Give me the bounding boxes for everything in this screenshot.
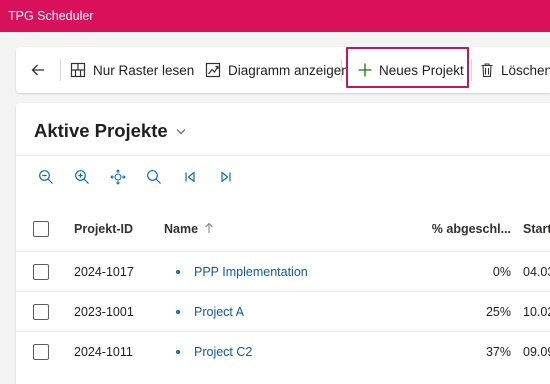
zoom-in-icon xyxy=(74,169,90,190)
go-to-end-button[interactable] xyxy=(214,167,238,191)
percent-complete: 37% xyxy=(485,344,511,359)
start-date: 10.02 xyxy=(523,304,550,319)
zoom-out-button[interactable] xyxy=(34,167,58,191)
new-project-button[interactable]: Neues Projekt xyxy=(357,47,464,93)
select-all-checkbox-cell xyxy=(33,209,49,249)
zoom-out-icon xyxy=(38,169,54,190)
show-diagram-label: Diagramm anzeigen xyxy=(228,62,349,78)
project-id: 2024-1011 xyxy=(74,344,133,359)
bullet-icon xyxy=(176,349,180,354)
column-header-start[interactable]: Start xyxy=(523,209,550,249)
bullet-icon xyxy=(176,269,180,274)
start-date: 04.03 xyxy=(523,264,550,279)
column-header-id-label: Projekt-ID xyxy=(74,222,134,236)
start-date: 09.09 xyxy=(523,344,550,359)
bullet-icon xyxy=(176,309,180,314)
go-to-start-button[interactable] xyxy=(178,167,202,191)
project-name-cell: Project C2 xyxy=(176,332,252,371)
sort-ascending-icon xyxy=(204,222,214,237)
project-id: 2023-1001 xyxy=(74,304,134,319)
toolbar-separator xyxy=(60,59,61,81)
divider xyxy=(16,155,550,156)
chevron-down-icon xyxy=(168,120,187,142)
plus-icon xyxy=(357,62,373,78)
app-title-bar: TPG Scheduler xyxy=(0,0,550,32)
project-name-link[interactable]: Project C2 xyxy=(194,345,252,359)
back-arrow-icon xyxy=(30,62,46,78)
start-date-cell: 04.03 xyxy=(523,252,550,291)
read-grid-only-button[interactable]: Nur Raster lesen xyxy=(70,47,194,93)
column-header-start-label: Start xyxy=(523,222,550,236)
row-checkbox[interactable] xyxy=(33,343,49,360)
project-name-link[interactable]: PPP Implementation xyxy=(194,265,308,279)
zoom-fit-button[interactable] xyxy=(106,167,130,191)
project-id-cell: 2024-1011 xyxy=(74,332,133,371)
new-project-label: Neues Projekt xyxy=(379,62,464,78)
skip-forward-icon xyxy=(219,170,233,189)
skip-back-icon xyxy=(183,170,197,189)
table-header: Projekt-ID Name % abgeschl... Start xyxy=(16,209,550,249)
show-diagram-button[interactable]: Diagramm anzeigen xyxy=(205,47,349,93)
project-id-cell: 2023-1001 xyxy=(74,292,134,331)
row-checkbox-cell xyxy=(33,292,49,331)
table-row[interactable]: 2024-1011 Project C2 37% 09.09 xyxy=(16,331,550,371)
trash-icon xyxy=(479,62,495,78)
project-id-cell: 2024-1017 xyxy=(74,252,134,291)
command-bar: Nur Raster lesen Diagramm anzeigen Neues… xyxy=(16,47,550,93)
percent-complete-cell: 25% xyxy=(416,292,511,331)
toolbar-separator xyxy=(341,59,342,81)
move-arrows-icon xyxy=(110,168,126,190)
search-button[interactable] xyxy=(142,167,166,191)
view-title: Aktive Projekte xyxy=(34,120,168,141)
select-all-checkbox[interactable] xyxy=(33,221,49,237)
percent-complete: 25% xyxy=(485,304,511,319)
percent-complete-cell: 0% xyxy=(416,252,511,291)
row-checkbox[interactable] xyxy=(33,263,49,280)
delete-button[interactable]: Löschen xyxy=(479,47,550,93)
app-title: TPG Scheduler xyxy=(8,9,94,23)
column-header-percent-label: % abgeschl... xyxy=(431,222,511,236)
table-row[interactable]: 2024-1017 PPP Implementation 0% 04.03 xyxy=(16,251,550,291)
row-checkbox-cell xyxy=(33,252,49,291)
percent-complete: 0% xyxy=(492,264,511,279)
zoom-in-button[interactable] xyxy=(70,167,94,191)
delete-label: Löschen xyxy=(501,62,550,78)
project-name-cell: Project A xyxy=(176,292,244,331)
view-selector[interactable]: Aktive Projekte xyxy=(34,120,187,142)
project-name-cell: PPP Implementation xyxy=(176,252,308,291)
grid-panel: Aktive Projekte Projekt-ID Name % abgesc… xyxy=(16,103,550,384)
start-date-cell: 09.09 xyxy=(523,332,550,371)
column-header-name[interactable]: Name xyxy=(164,209,214,249)
column-header-percent[interactable]: % abgeschl... xyxy=(416,209,511,249)
back-button[interactable] xyxy=(30,47,46,93)
project-id: 2024-1017 xyxy=(74,264,134,279)
row-checkbox-cell xyxy=(33,332,49,371)
column-header-id[interactable]: Projekt-ID xyxy=(74,209,133,249)
column-header-name-label: Name xyxy=(164,222,199,236)
start-date-cell: 10.02 xyxy=(523,292,550,331)
toolbar-separator xyxy=(471,59,472,81)
percent-complete-cell: 37% xyxy=(416,332,511,371)
search-icon xyxy=(146,169,162,190)
project-name-link[interactable]: Project A xyxy=(194,305,244,319)
diagram-icon xyxy=(205,62,221,78)
row-checkbox[interactable] xyxy=(33,303,49,320)
read-grid-only-label: Nur Raster lesen xyxy=(93,62,195,78)
table-row[interactable]: 2023-1001 Project A 25% 10.02 xyxy=(16,291,550,331)
grid-icon xyxy=(70,62,86,78)
